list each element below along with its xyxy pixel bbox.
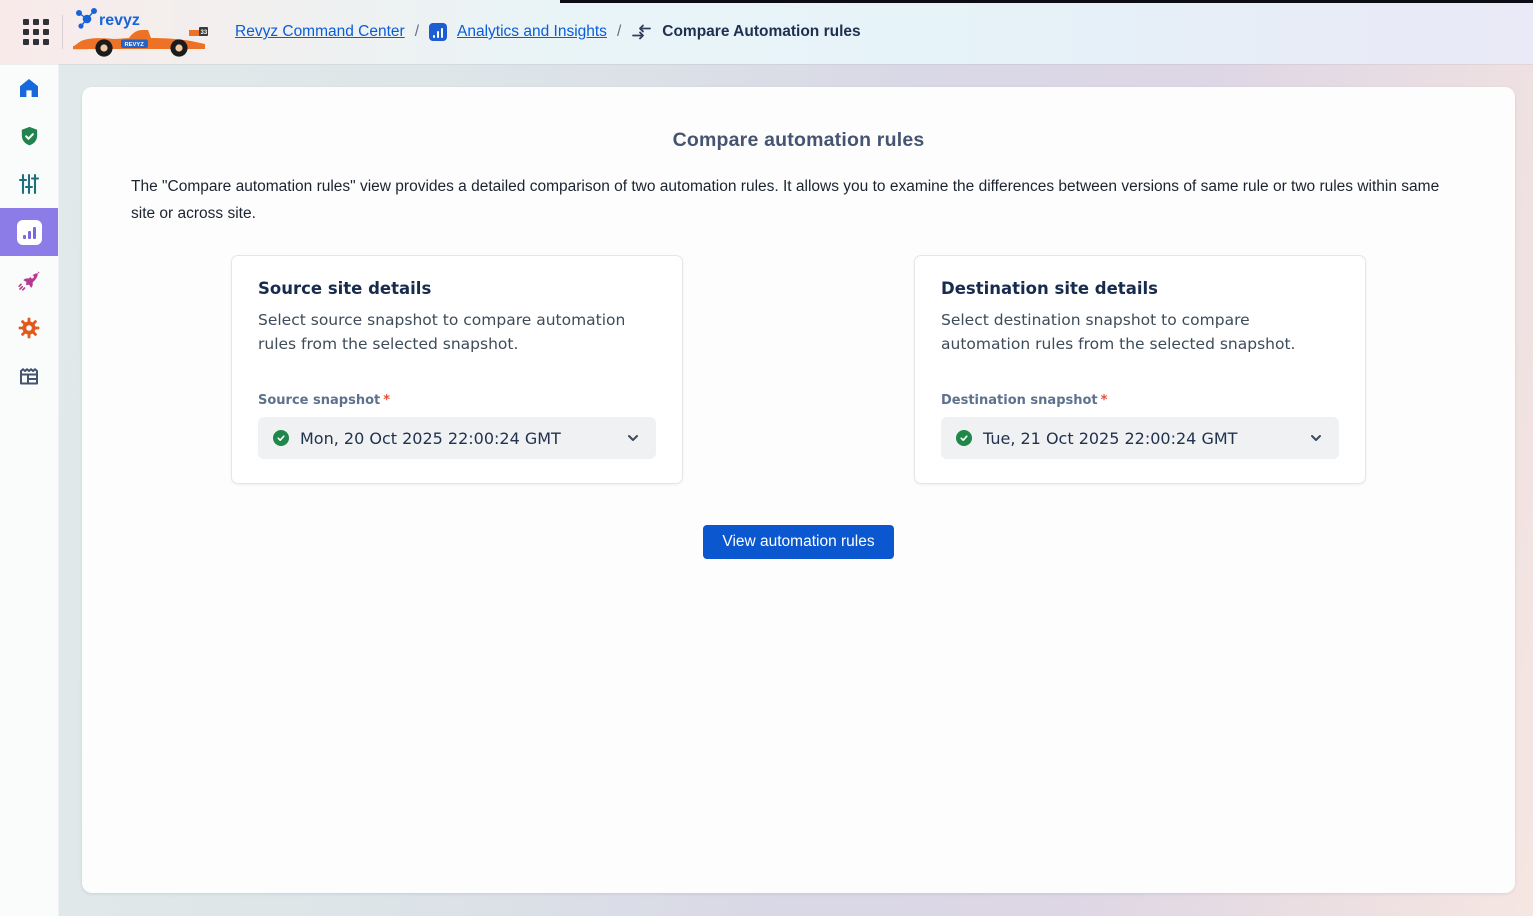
header-divider	[62, 15, 63, 49]
chevron-down-icon	[1308, 430, 1324, 446]
sidebar-item-analytics[interactable]	[0, 208, 58, 256]
compare-arrows-icon	[631, 22, 652, 42]
required-asterisk: *	[1101, 393, 1108, 408]
page-description: The "Compare automation rules" view prov…	[131, 173, 1466, 227]
success-check-icon	[956, 430, 972, 446]
svg-text:REVYZ: REVYZ	[125, 42, 145, 48]
destination-snapshot-label-text: Destination snapshot	[941, 393, 1098, 408]
revyz-logo-image: revyz 33 REVYZ	[73, 6, 217, 58]
breadcrumb-current: Compare Automation rules	[662, 23, 860, 41]
window-edge-strip	[560, 0, 1533, 3]
breadcrumb: Revyz Command Center / Analytics and Ins…	[235, 22, 861, 42]
breadcrumb-separator: /	[617, 23, 621, 41]
home-icon	[17, 76, 41, 100]
destination-card-description: Select destination snapshot to compare a…	[941, 308, 1339, 356]
main-area: Compare automation rules The "Compare au…	[59, 64, 1533, 916]
sidebar-item-home[interactable]	[0, 64, 58, 112]
rocket-icon	[17, 268, 41, 292]
source-snapshot-value: Mon, 20 Oct 2025 22:00:24 GMT	[300, 429, 625, 448]
sliders-icon	[17, 172, 41, 196]
destination-site-card: Destination site details Select destinat…	[914, 255, 1366, 484]
action-button-row: View automation rules	[131, 525, 1466, 559]
analytics-chart-icon	[17, 220, 42, 245]
destination-snapshot-label: Destination snapshot*	[941, 393, 1339, 408]
source-snapshot-select[interactable]: Mon, 20 Oct 2025 22:00:24 GMT	[258, 417, 656, 459]
page-title: Compare automation rules	[131, 129, 1466, 152]
sidebar-item-launch[interactable]	[0, 256, 58, 304]
grid-icon	[23, 19, 49, 45]
destination-snapshot-value: Tue, 21 Oct 2025 22:00:24 GMT	[983, 429, 1308, 448]
sidebar-item-security[interactable]	[0, 112, 58, 160]
source-site-card: Source site details Select source snapsh…	[231, 255, 683, 484]
gear-icon	[17, 316, 41, 340]
required-asterisk: *	[383, 393, 390, 408]
app-switcher-grid-icon[interactable]	[16, 12, 56, 52]
source-snapshot-label-text: Source snapshot	[258, 393, 380, 408]
destination-card-title: Destination site details	[941, 279, 1339, 298]
revyz-logo[interactable]: revyz 33 REVYZ	[73, 6, 217, 58]
sidebar-item-configuration[interactable]	[0, 160, 58, 208]
content-panel: Compare automation rules The "Compare au…	[82, 87, 1515, 893]
source-snapshot-label: Source snapshot*	[258, 393, 656, 408]
breadcrumb-link-command-center[interactable]: Revyz Command Center	[235, 23, 405, 41]
success-check-icon	[273, 430, 289, 446]
chevron-down-icon	[625, 430, 641, 446]
board-calendar-icon	[17, 364, 41, 388]
breadcrumb-link-analytics[interactable]: Analytics and Insights	[457, 23, 607, 41]
top-header: revyz 33 REVYZ Revyz Command Center / An…	[0, 0, 1533, 64]
svg-text:revyz: revyz	[99, 12, 140, 29]
analytics-chart-icon	[429, 23, 447, 41]
view-automation-rules-button[interactable]: View automation rules	[703, 525, 893, 559]
sidebar-item-schedules[interactable]	[0, 352, 58, 400]
snapshot-cards-row: Source site details Select source snapsh…	[131, 255, 1466, 484]
destination-snapshot-select[interactable]: Tue, 21 Oct 2025 22:00:24 GMT	[941, 417, 1339, 459]
shield-check-icon	[18, 125, 41, 148]
breadcrumb-separator: /	[415, 23, 419, 41]
sidebar-item-settings[interactable]	[0, 304, 58, 352]
source-card-description: Select source snapshot to compare automa…	[258, 308, 656, 356]
source-card-title: Source site details	[258, 279, 656, 298]
svg-text:33: 33	[201, 30, 208, 36]
left-sidebar	[0, 64, 59, 916]
